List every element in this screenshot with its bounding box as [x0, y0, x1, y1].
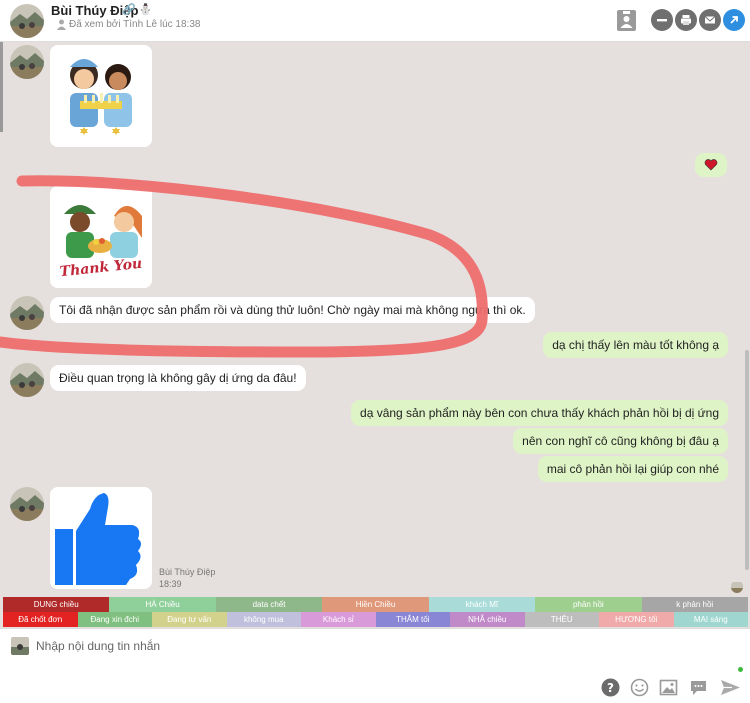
left-scroll-indicator [0, 42, 3, 132]
tag-label[interactable]: MAI sáng [673, 612, 748, 627]
sender-avatar[interactable] [10, 296, 44, 330]
emoji-icon[interactable] [630, 678, 649, 697]
minimize-icon[interactable] [651, 9, 673, 31]
tag-label[interactable]: DUNG chiều [3, 597, 110, 612]
sender-avatar[interactable] [10, 487, 44, 521]
contact-badges: 🔗 ⛄ [122, 4, 153, 16]
contact-avatar[interactable] [10, 4, 44, 38]
outgoing-message[interactable]: dạ vâng sản phẩm này bên con chưa thấy k… [351, 400, 728, 426]
read-receipt-avatar [731, 581, 743, 593]
open-external-icon[interactable] [723, 9, 745, 31]
tag-label[interactable]: THẮM tối [375, 612, 450, 627]
heart-reaction-message[interactable] [695, 153, 727, 177]
tag-label[interactable]: phản hồi [535, 597, 642, 612]
tag-label[interactable]: Khách sỉ [301, 612, 376, 627]
tag-label[interactable]: Hiền Chiều [322, 597, 429, 612]
sender-avatar[interactable] [10, 363, 44, 397]
my-avatar [11, 637, 29, 655]
incoming-message[interactable]: Điều quan trọng là không gây dị ứng da đ… [50, 365, 306, 391]
tag-label[interactable]: HÀ Chiều [109, 597, 216, 612]
tag-label[interactable]: THÊU [524, 612, 599, 627]
tag-label[interactable]: không mua [226, 612, 301, 627]
tag-label[interactable]: Đang xin đchi [77, 612, 152, 627]
last-message-time: 18:39 [159, 579, 182, 589]
mail-icon[interactable] [699, 9, 721, 31]
tag-label[interactable]: khách Mĩ [428, 597, 536, 612]
sender-avatar[interactable] [10, 45, 44, 79]
label-tags-row-2: Đã chốt đơn Đang xin đchi Đang tư vấn kh… [3, 612, 748, 627]
tag-label[interactable]: Đang tư vấn [152, 612, 227, 627]
chat-scrollbar[interactable] [745, 350, 749, 570]
svg-text:?: ? [607, 681, 614, 695]
outgoing-message[interactable]: dạ chị thấy lên màu tốt không ạ [543, 332, 728, 358]
outgoing-message[interactable]: nên con nghĩ cô cũng không bị đâu ạ [513, 428, 728, 454]
outgoing-message[interactable]: mai cô phản hồi lại giúp con nhé [537, 456, 728, 482]
sticker-hanukkah-kids[interactable] [50, 45, 152, 147]
tag-label[interactable]: Đã chốt đơn [3, 612, 78, 627]
chat-header: Bùi Thúy Điệp 🔗 ⛄ Đã xem bởi Tình Lê lúc… [0, 0, 750, 42]
contact-card-icon[interactable] [617, 10, 636, 31]
heart-icon [704, 159, 718, 171]
print-icon[interactable] [675, 9, 697, 31]
last-sender-name: Bùi Thúy Điệp [159, 567, 216, 577]
tag-label[interactable]: data chết [215, 597, 323, 612]
tag-label[interactable]: k phản hồi [641, 597, 748, 612]
online-status-dot [738, 667, 743, 672]
seen-status: Đã xem bởi Tình Lê lúc 18:38 [69, 19, 201, 30]
help-icon[interactable]: ? [601, 678, 620, 697]
message-composer: ? [0, 628, 750, 703]
tag-label[interactable]: NHÃ chiều [450, 612, 525, 627]
send-icon[interactable] [720, 678, 741, 697]
image-icon[interactable] [659, 678, 678, 697]
seen-user-icon [57, 19, 66, 30]
tag-label[interactable]: HƯƠNG tối [599, 612, 674, 627]
thumbs-up-icon[interactable] [50, 487, 152, 589]
message-input[interactable] [36, 635, 596, 657]
sticker-icon[interactable] [689, 678, 708, 697]
incoming-message[interactable]: Tôi đã nhận được sản phẩm rồi và dùng th… [50, 297, 535, 323]
sticker-thank-you[interactable]: Thank You [50, 186, 152, 288]
label-tags-row-1: DUNG chiều HÀ Chiều data chết Hiền Chiều… [3, 597, 748, 612]
